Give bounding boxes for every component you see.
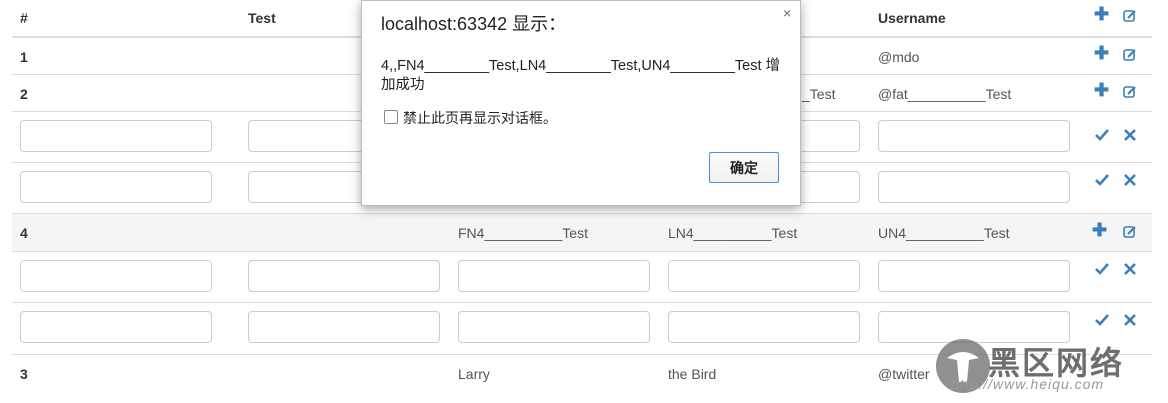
edit-icon[interactable] [1123, 225, 1137, 239]
username-input[interactable] [878, 260, 1070, 292]
confirm-check-icon[interactable] [1095, 314, 1109, 326]
dialog-title: localhost:63342 显示： [381, 14, 567, 34]
confirm-check-icon[interactable] [1095, 263, 1109, 275]
column-header-username: Username [878, 10, 946, 26]
cancel-x-icon[interactable] [1124, 263, 1136, 275]
number-input[interactable] [20, 260, 212, 292]
alert-dialog: localhost:63342 显示： × 4,,FN4________Test… [361, 0, 801, 206]
first-name-input[interactable] [458, 260, 650, 292]
username-cell: UN4__________Test [878, 225, 1010, 241]
edit-icon[interactable] [1123, 85, 1137, 99]
add-row-icon[interactable]: ✚ [1094, 81, 1109, 99]
confirm-check-icon[interactable] [1095, 129, 1109, 141]
add-row-icon[interactable]: ✚ [1094, 5, 1109, 23]
suppress-dialogs-label[interactable]: 禁止此页再显示对话框。 [403, 108, 557, 128]
watermark-url: http://www.heiqu.com [951, 376, 1105, 392]
column-header-number: # [20, 10, 28, 26]
cancel-x-icon[interactable] [1124, 174, 1136, 186]
number-input[interactable] [20, 171, 212, 203]
username-input[interactable] [878, 120, 1070, 152]
last-name-cell: _Test [802, 86, 836, 102]
username-cell: @mdo [878, 49, 920, 65]
username-cell: @twitter [878, 366, 930, 382]
suppress-dialogs-checkbox[interactable] [384, 110, 398, 124]
edit-icon[interactable] [1123, 48, 1137, 62]
test-input[interactable] [248, 260, 440, 292]
number-input[interactable] [20, 120, 212, 152]
last-name-input[interactable] [668, 311, 860, 343]
last-name-cell: the Bird [668, 366, 717, 382]
dialog-message: 4,,FN4________Test,LN4________Test,UN4__… [381, 58, 781, 93]
confirm-check-icon[interactable] [1095, 174, 1109, 186]
number-input[interactable] [20, 311, 212, 343]
first-name-input[interactable] [458, 311, 650, 343]
column-header-test: Test [248, 10, 276, 26]
close-icon[interactable]: × [783, 5, 791, 21]
cancel-x-icon[interactable] [1124, 314, 1136, 326]
username-input[interactable] [878, 171, 1070, 203]
last-name-input[interactable] [668, 260, 860, 292]
add-row-icon[interactable]: ✚ [1094, 44, 1109, 62]
edit-input-row [12, 251, 1152, 302]
last-name-cell: LN4__________Test [668, 225, 798, 241]
row-number: 1 [20, 49, 28, 65]
row-number: 3 [20, 366, 28, 382]
first-name-cell: Larry [458, 366, 490, 382]
edit-icon[interactable] [1123, 9, 1137, 23]
watermark: 黑区网络 http://www.heiqu.com [933, 336, 1168, 403]
row-number: 4 [20, 225, 28, 241]
username-cell: @fat__________Test [878, 86, 1012, 102]
ok-button[interactable]: 确定 [709, 152, 779, 183]
cancel-x-icon[interactable] [1124, 129, 1136, 141]
row-number: 2 [20, 86, 28, 102]
table-row: 4 FN4__________Test LN4__________Test UN… [12, 213, 1152, 251]
test-input[interactable] [248, 311, 440, 343]
add-row-icon[interactable]: ✚ [1092, 221, 1107, 239]
first-name-cell: FN4__________Test [458, 225, 588, 241]
